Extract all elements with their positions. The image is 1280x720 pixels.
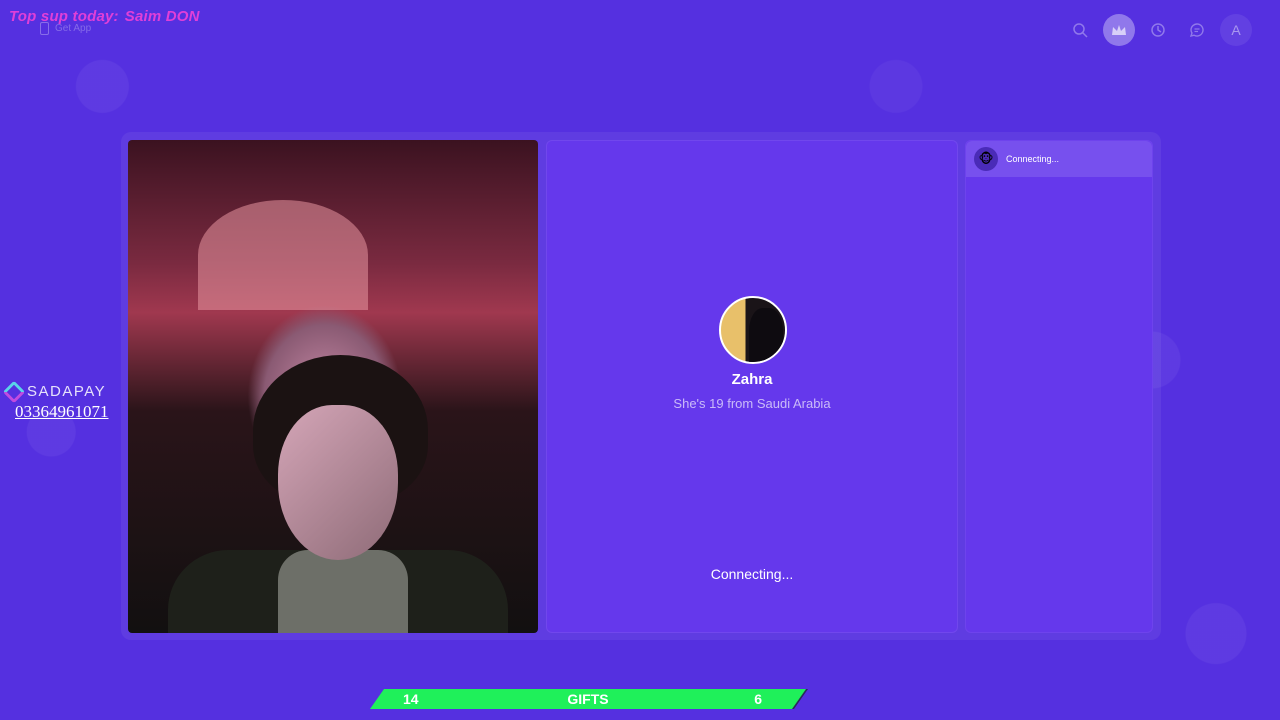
history-button[interactable] xyxy=(1142,14,1174,46)
monkey-avatar-icon: 🐵 xyxy=(974,147,998,171)
top-sup-name: Saim DON xyxy=(124,8,200,25)
sadapay-brand: SADAPAY xyxy=(2,380,107,403)
partner-avatar xyxy=(719,296,787,364)
sadapay-label: SADAPAY xyxy=(27,383,107,400)
crown-button[interactable] xyxy=(1103,14,1135,46)
sadapay-number: 03364961071 xyxy=(15,402,109,421)
gifts-label: GIFTS xyxy=(567,691,609,707)
partner-name: Zahra xyxy=(731,371,773,388)
search-icon xyxy=(1073,23,1088,38)
history-icon xyxy=(1151,23,1165,37)
gifts-bar: 14 GIFTS 6 xyxy=(370,689,808,709)
crown-icon xyxy=(1112,25,1126,35)
chat-panel: 🐵 Connecting... xyxy=(965,140,1153,633)
chat-icon xyxy=(1189,23,1204,38)
top-sup-banner: Top sup today: Saim DON xyxy=(9,8,200,25)
profile-avatar-button[interactable]: A xyxy=(1220,14,1252,46)
avatar-letter: A xyxy=(1231,22,1241,38)
chat-message-row: 🐵 Connecting... xyxy=(966,141,1152,177)
partner-subtitle: She's 19 from Saudi Arabia xyxy=(673,396,831,411)
chat-message-text: Connecting... xyxy=(1006,154,1060,164)
connection-status: Connecting... xyxy=(710,566,794,582)
gifts-right-count: 6 xyxy=(754,691,762,707)
self-camera-video xyxy=(128,140,538,633)
top-sup-label: Top sup today: xyxy=(9,8,119,25)
sadapay-logo-icon xyxy=(2,380,26,403)
partner-video-panel: Zahra She's 19 from Saudi Arabia Connect… xyxy=(546,140,958,633)
messages-button[interactable] xyxy=(1181,14,1213,46)
header-icons: A xyxy=(1064,14,1252,46)
search-button[interactable] xyxy=(1064,14,1096,46)
